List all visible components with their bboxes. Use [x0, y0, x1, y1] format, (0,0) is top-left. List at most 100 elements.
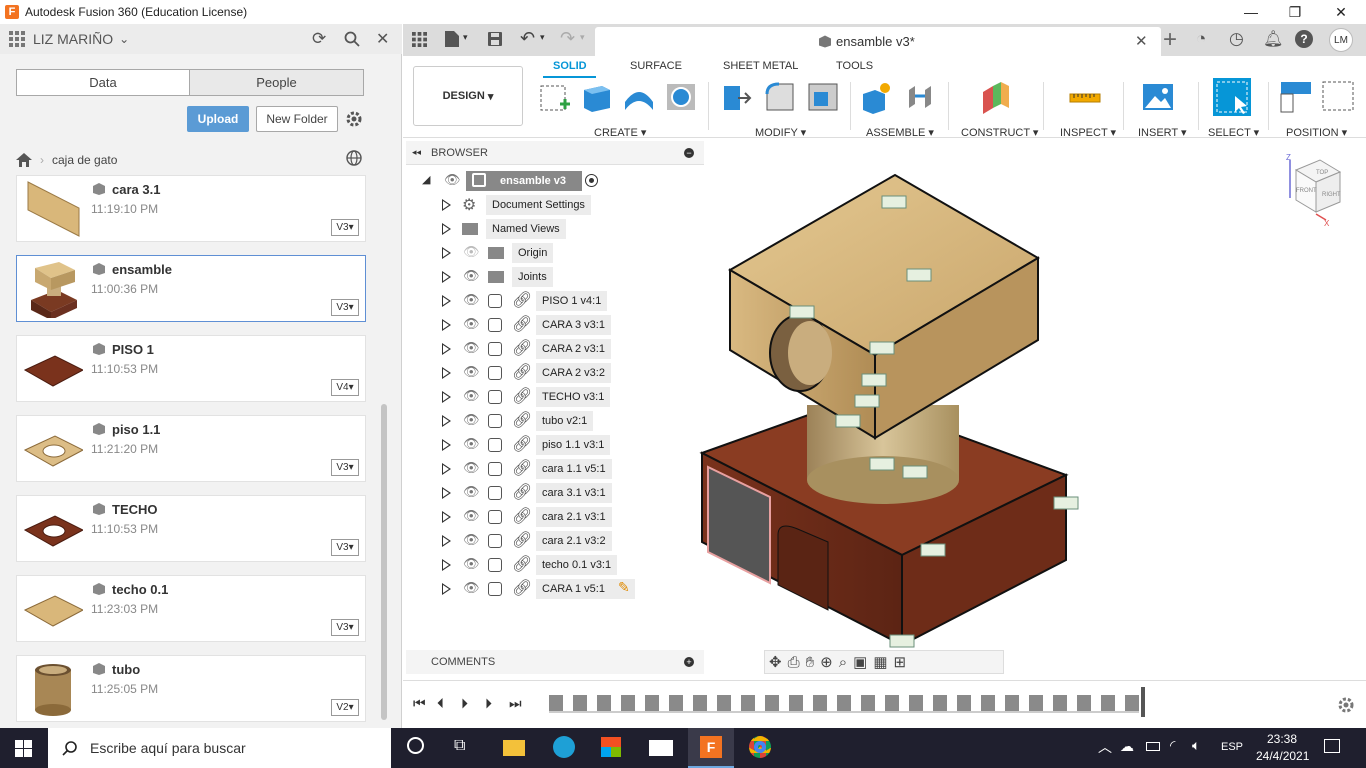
tree-item-label[interactable]: tubo v2:1	[536, 411, 594, 431]
eye-icon[interactable]: 👁︎	[463, 316, 480, 332]
notifications-icon[interactable]	[1324, 739, 1340, 753]
tree-item[interactable]: 👁︎ 🔗︎ cara 2.1 v3:1	[406, 505, 706, 529]
skip-end-icon[interactable]: ⏭	[509, 695, 522, 712]
step-back-icon[interactable]: ⏴	[437, 695, 444, 712]
timeline-marker[interactable]	[1141, 687, 1145, 717]
fit-icon[interactable]: ⌕	[839, 654, 847, 671]
expand-triangle-icon[interactable]	[442, 583, 451, 595]
tree-item-label[interactable]: cara 2.1 v3:2	[536, 531, 612, 551]
file-card[interactable]: techo 0.1 11:23:03 PM V3 ▾	[16, 575, 366, 642]
extrude-icon[interactable]	[580, 80, 614, 114]
chrome-icon[interactable]	[749, 736, 771, 758]
panel-scrollbar[interactable]	[381, 404, 387, 720]
eye-icon[interactable]: 👁︎	[463, 436, 480, 452]
undo-icon[interactable]: ↶	[520, 28, 535, 49]
view-cube[interactable]: TOP FRONT RIGHT Z X	[1282, 152, 1352, 228]
refresh-icon[interactable]: ⟳	[312, 29, 326, 49]
expand-triangle-icon[interactable]	[442, 247, 451, 259]
fillet-icon[interactable]	[763, 80, 797, 114]
tree-item-label[interactable]: CARA 2 v3:1	[536, 339, 611, 359]
close-tab-icon[interactable]: ✕	[1135, 32, 1148, 50]
new-component-icon[interactable]	[859, 80, 893, 114]
expand-triangle-icon[interactable]	[442, 511, 451, 523]
tree-item-label[interactable]: techo 0.1 v3:1	[536, 555, 618, 575]
job-status-icon[interactable]: ◷	[1229, 29, 1244, 49]
tab-solid[interactable]: SOLID	[553, 60, 587, 72]
tree-item-label[interactable]: Origin	[512, 243, 554, 263]
wifi-icon[interactable]: ◜	[1170, 737, 1175, 754]
chevron-down-icon[interactable]: ⌄	[119, 32, 129, 46]
modify-group[interactable]: MODIFY ▾	[755, 126, 806, 139]
tree-item[interactable]: 👁︎ 🔗︎ PISO 1 v4:1	[406, 289, 706, 313]
windows-start-icon[interactable]	[15, 740, 32, 757]
tree-item-label[interactable]: cara 3.1 v3:1	[536, 483, 612, 503]
position-group[interactable]: POSITION ▾	[1286, 126, 1347, 139]
orbit-icon[interactable]: ✥	[769, 653, 782, 671]
create-sketch-icon[interactable]	[538, 80, 572, 114]
tree-item[interactable]: 👁︎ 🔗︎ cara 3.1 v3:1	[406, 481, 706, 505]
grid-settings-icon[interactable]: ▦	[873, 653, 887, 671]
file-card[interactable]: tubo 11:25:05 PM V2 ▾	[16, 655, 366, 722]
press-pull-icon[interactable]	[720, 80, 754, 114]
file-card[interactable]: PISO 1 11:10:53 PM V4 ▾	[16, 335, 366, 402]
eye-icon[interactable]: 👁︎	[463, 556, 480, 572]
tree-item-label[interactable]: Joints	[512, 267, 553, 287]
tree-item[interactable]: 👁︎ 🔗︎ CARA 2 v3:2	[406, 361, 706, 385]
chevron-up-icon[interactable]: ︿	[1098, 737, 1112, 757]
workspace-switcher[interactable]: DESIGN ▾	[413, 66, 523, 126]
volume-icon[interactable]: 🔈︎	[1192, 737, 1200, 754]
insert-group[interactable]: INSERT ▾	[1138, 126, 1187, 139]
version-dropdown[interactable]: V3 ▾	[331, 619, 359, 636]
breadcrumb-folder[interactable]: caja de gato	[52, 153, 117, 167]
version-dropdown[interactable]: V3 ▾	[331, 219, 359, 236]
cortana-icon[interactable]	[407, 737, 424, 754]
file-explorer-icon[interactable]	[503, 740, 525, 756]
eye-icon[interactable]: 👁︎	[463, 268, 480, 284]
skip-start-icon[interactable]: ⏮	[413, 695, 426, 712]
grid-apps-icon[interactable]	[9, 31, 25, 47]
version-dropdown[interactable]: V3 ▾	[331, 539, 359, 556]
save-icon[interactable]	[488, 32, 502, 46]
pan-icon[interactable]: ✋︎	[806, 654, 815, 671]
step-forward-icon[interactable]: ⏵	[485, 695, 492, 712]
minimize-button[interactable]: —	[1228, 0, 1274, 24]
tree-item[interactable]: 👁︎ 🔗︎ cara 1.1 v5:1	[406, 457, 706, 481]
eye-icon[interactable]: 👁︎	[463, 292, 480, 308]
new-folder-button[interactable]: New Folder	[256, 106, 338, 132]
grid-apps-icon[interactable]	[412, 32, 427, 47]
eye-icon[interactable]: 👁︎	[463, 508, 480, 524]
expand-triangle-icon[interactable]	[442, 535, 451, 547]
tree-item-label[interactable]: cara 2.1 v3:1	[536, 507, 612, 527]
tree-item[interactable]: 👁︎ Origin	[406, 241, 706, 265]
edge-icon[interactable]	[553, 736, 575, 758]
tree-item[interactable]: ⚙ Document Settings	[406, 193, 706, 217]
eye-icon[interactable]: 👁︎	[463, 340, 480, 356]
expanded-triangle-icon[interactable]: ◢	[422, 173, 430, 186]
mail-icon[interactable]	[649, 740, 673, 756]
add-comment-icon[interactable]: +	[684, 657, 694, 667]
chevron-down-icon[interactable]: ▾	[463, 32, 468, 43]
eye-icon[interactable]: 👁︎	[463, 484, 480, 500]
close-window-button[interactable]: ✕	[1318, 0, 1364, 24]
fusion-taskbar-button[interactable]: F	[688, 728, 734, 768]
tree-item-label[interactable]: CARA 2 v3:2	[536, 363, 611, 383]
comments-panel[interactable]: COMMENTS +	[406, 650, 704, 674]
eye-hidden-icon[interactable]: 👁︎	[463, 244, 480, 260]
eye-icon[interactable]: 👁︎	[463, 412, 480, 428]
tree-item[interactable]: 👁︎ 🔗︎ piso 1.1 v3:1	[406, 433, 706, 457]
revolve-icon[interactable]	[622, 80, 656, 114]
tab-data[interactable]: Data	[16, 69, 190, 96]
cloud-icon[interactable]: ☁	[1120, 738, 1134, 755]
tree-item[interactable]: 👁︎ 🔗︎ cara 2.1 v3:2	[406, 529, 706, 553]
file-icon[interactable]	[445, 31, 459, 47]
pencil-icon[interactable]: ✎	[618, 579, 630, 596]
version-dropdown[interactable]: V4 ▾	[331, 379, 359, 396]
language-indicator[interactable]: ESP	[1221, 741, 1243, 753]
expand-triangle-icon[interactable]	[442, 487, 451, 499]
taskbar-search[interactable]: Escribe aquí para buscar	[48, 728, 391, 768]
expand-triangle-icon[interactable]	[442, 319, 451, 331]
tab-sheet-metal[interactable]: SHEET METAL	[723, 60, 798, 72]
offset-plane-icon[interactable]	[979, 80, 1013, 114]
look-at-icon[interactable]: ⎙	[788, 654, 800, 671]
upload-button[interactable]: Upload	[187, 106, 249, 132]
